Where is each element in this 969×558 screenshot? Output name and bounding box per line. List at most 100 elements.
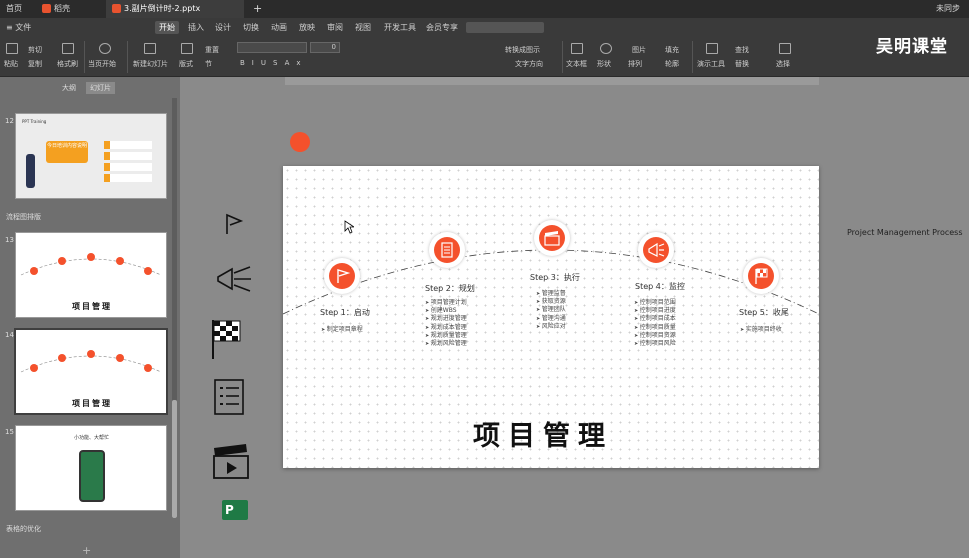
- menu-home[interactable]: 开始: [155, 21, 179, 34]
- copy-button[interactable]: 复制: [28, 59, 42, 69]
- project-app-icon[interactable]: P: [222, 500, 248, 520]
- shape-button[interactable]: 形状: [597, 59, 611, 69]
- font-size-select[interactable]: 0: [310, 42, 340, 53]
- step-5-list: 实施项目终收: [740, 326, 782, 334]
- flag-icon: [337, 269, 351, 283]
- outline-button[interactable]: 轮廓: [665, 59, 679, 69]
- convert-smartart-button[interactable]: 转换成图示: [505, 45, 540, 55]
- tab-docer[interactable]: 稻壳: [36, 0, 104, 18]
- paste-icon[interactable]: [6, 43, 18, 54]
- slide-canvas[interactable]: Step 1：启动 制定项目章程 Step 2：规划 项目管理计划 创建WBS …: [283, 166, 819, 468]
- step-3-list: 管理监督 获取资源 管理团队 管理沟通 风险应对: [536, 290, 566, 331]
- picture-button[interactable]: 图片: [632, 45, 646, 55]
- thumb-title: 小功能、大帮忙: [74, 435, 110, 441]
- step-1-badge[interactable]: [324, 258, 360, 294]
- new-tab-button[interactable]: +: [247, 0, 263, 18]
- slide-thumbnail-14[interactable]: 项目管理: [14, 328, 168, 415]
- clapperboard-icon[interactable]: [212, 442, 250, 480]
- new-slide-icon[interactable]: [144, 43, 156, 54]
- text-box-icon[interactable]: [571, 43, 583, 54]
- tab-docer-label: 稻壳: [54, 4, 70, 13]
- sync-status[interactable]: 未同步: [930, 0, 969, 18]
- tab-document[interactable]: 3.副片倒计时-2.pptx: [106, 0, 244, 18]
- character-figure: [26, 154, 35, 188]
- list-item: 规划成本管理: [425, 324, 467, 332]
- new-slide-button[interactable]: 新建幻灯片: [133, 59, 168, 69]
- menu-design[interactable]: 设计: [215, 21, 231, 34]
- tab-outline[interactable]: 大纲: [58, 82, 80, 94]
- font-name-select[interactable]: [237, 42, 307, 53]
- select-icon[interactable]: [779, 43, 791, 54]
- menu-insert[interactable]: 插入: [188, 21, 204, 34]
- reset-button[interactable]: 重置: [205, 45, 219, 55]
- tab-home[interactable]: 首页: [0, 0, 36, 18]
- replace-button[interactable]: 替换: [735, 59, 749, 69]
- from-current-button[interactable]: 当页开始: [88, 59, 116, 69]
- find-button[interactable]: 查找: [735, 45, 749, 55]
- step-1-circle: [329, 263, 355, 289]
- fill-button[interactable]: 填充: [665, 45, 679, 55]
- list-item: 管理团队: [536, 306, 566, 314]
- side-note-text[interactable]: Project Management Process: [847, 228, 963, 237]
- list-icon[interactable]: [213, 378, 245, 416]
- megaphone-icon[interactable]: [214, 265, 254, 293]
- step-5-title: Step 5：收尾: [739, 308, 789, 317]
- title-bar: 首页 稻壳 3.副片倒计时-2.pptx + 未同步: [0, 0, 969, 18]
- list-item: 管理沟通: [536, 315, 566, 323]
- menu-transition[interactable]: 切换: [243, 21, 259, 34]
- flag-icon[interactable]: [223, 212, 245, 236]
- cut-button[interactable]: 剪切: [28, 45, 42, 55]
- file-menu[interactable]: ≡ 文件: [6, 21, 31, 34]
- menu-view[interactable]: 视图: [355, 21, 371, 34]
- section-table[interactable]: 表格的优化: [6, 524, 41, 534]
- slide-thumbnail-15[interactable]: 小功能、大帮忙: [15, 425, 167, 511]
- format-painter-icon[interactable]: [62, 43, 74, 54]
- menu-review[interactable]: 审阅: [327, 21, 343, 34]
- step-2-badge[interactable]: [429, 232, 465, 268]
- menu-developer[interactable]: 开发工具: [384, 21, 416, 34]
- present-tool-icon[interactable]: [706, 43, 718, 54]
- section-button[interactable]: 节: [205, 59, 212, 69]
- thumb-title: 项目管理: [72, 302, 112, 311]
- format-painter-button[interactable]: 格式刷: [57, 59, 78, 69]
- menu-animation[interactable]: 动画: [271, 21, 287, 34]
- tab-slides[interactable]: 幻灯片: [86, 82, 115, 94]
- add-slide-icon[interactable]: +: [82, 544, 91, 557]
- slide-thumbnail-13[interactable]: 项目管理: [15, 232, 167, 318]
- step-3-badge[interactable]: [534, 220, 570, 256]
- paste-button[interactable]: 粘贴: [4, 59, 18, 69]
- scrollbar-thumb[interactable]: [172, 400, 177, 518]
- slide-title[interactable]: 项目管理: [473, 414, 613, 453]
- present-tool-button[interactable]: 演示工具: [697, 59, 725, 69]
- step-3-title: Step 3：执行: [530, 273, 580, 282]
- slide-number: 12: [5, 117, 14, 125]
- list-item: 制定项目章程: [321, 326, 363, 334]
- font-style-buttons[interactable]: BIUSAx: [240, 59, 308, 67]
- divider: [692, 41, 693, 73]
- docer-icon: [42, 4, 51, 13]
- checkered-flag-icon[interactable]: [210, 318, 242, 360]
- slide-thumbnail-12[interactable]: PPT Training 今日培训内容说明: [15, 113, 167, 199]
- menu-member[interactable]: 会员专享: [426, 21, 458, 34]
- menu-bar: ≡ 文件 开始 插入 设计 切换 动画 放映 审阅 视图 开发工具 会员专享: [0, 18, 969, 37]
- list-item: 风险应对: [536, 323, 566, 331]
- layout-button[interactable]: 版式: [179, 59, 193, 69]
- list-item: 项目管理计划: [425, 299, 467, 307]
- text-box-button[interactable]: 文本框: [566, 59, 587, 69]
- play-icon[interactable]: [99, 43, 111, 54]
- arrange-button[interactable]: 排列: [628, 59, 642, 69]
- menu-slideshow[interactable]: 放映: [299, 21, 315, 34]
- search-box[interactable]: [466, 22, 544, 33]
- select-button[interactable]: 选择: [776, 59, 790, 69]
- layout-icon[interactable]: [181, 43, 193, 54]
- megaphone-icon: [648, 242, 665, 257]
- tab-document-label: 3.副片倒计时-2.pptx: [124, 4, 201, 13]
- clapperboard-icon: [544, 231, 560, 246]
- list-item: 控制项目资源: [634, 332, 676, 340]
- slide-number: 14: [5, 331, 14, 339]
- step-4-badge[interactable]: [638, 232, 674, 268]
- step-5-badge[interactable]: [743, 258, 779, 294]
- section-flowchart[interactable]: 流程图排版: [6, 212, 41, 222]
- text-direction-button[interactable]: 文字方向: [515, 59, 543, 69]
- shape-icon[interactable]: [600, 43, 612, 54]
